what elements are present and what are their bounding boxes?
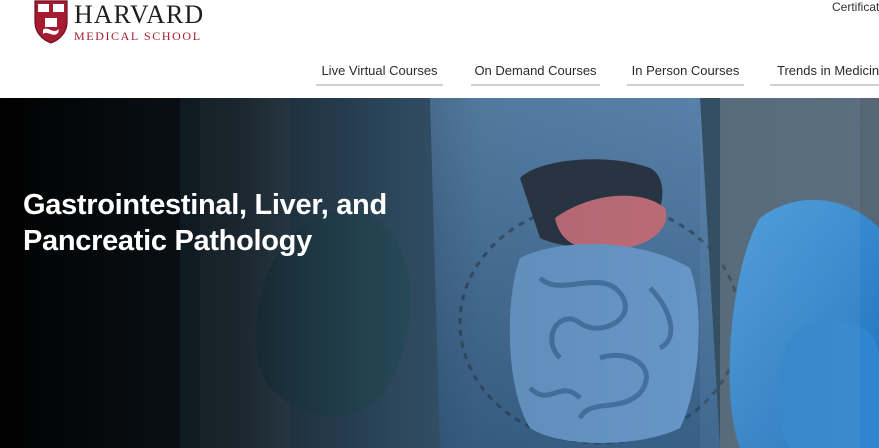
harvard-medical-school-logo[interactable]: HARVARD MEDICAL SCHOOL [34,0,204,44]
site-header: HARVARD MEDICAL SCHOOL Certificat Live V… [0,0,879,98]
brand-subtitle: MEDICAL SCHOOL [74,29,202,43]
nav-live-virtual-courses[interactable]: Live Virtual Courses [316,62,443,86]
veritas-shield-icon [34,0,68,44]
course-title-line-1: Gastrointestinal, Liver, and [23,189,387,222]
nav-trends-in-medicine[interactable]: Trends in Medicine [770,62,879,86]
nav-on-demand-courses[interactable]: On Demand Courses [471,62,600,86]
course-title-line-2: Pancreatic Pathology [23,225,312,258]
course-title: Gastrointestinal, Liver, and Pancreatic … [23,187,463,259]
certificates-link[interactable]: Certificat [832,0,879,14]
nav-in-person-courses[interactable]: In Person Courses [627,62,744,86]
main-navigation: Live Virtual Courses On Demand Courses I… [0,62,879,86]
course-hero-banner: Gastrointestinal, Liver, and Pancreatic … [0,98,879,448]
hero-background-image [0,98,879,448]
brand-name: HARVARD [74,0,205,29]
